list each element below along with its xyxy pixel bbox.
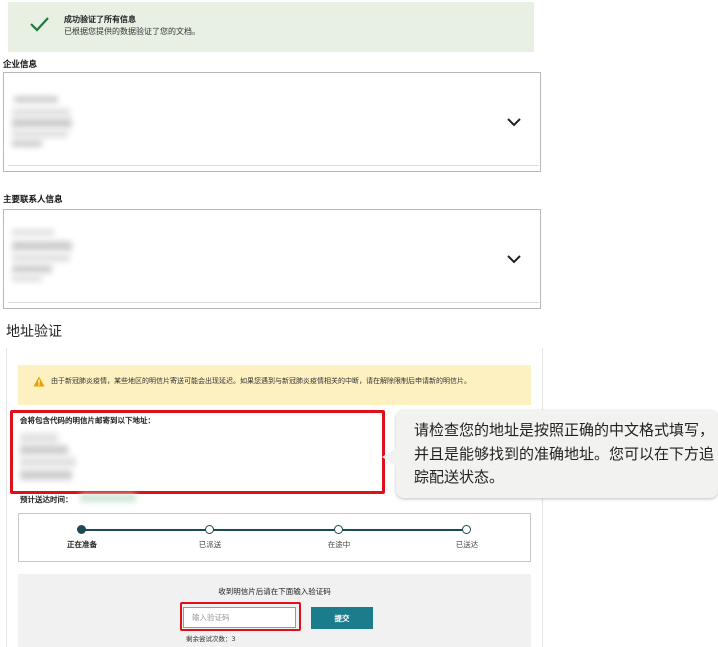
step-label-dispatched: 已派送 <box>198 540 222 549</box>
step-label-preparing: 正在准备 <box>67 540 97 549</box>
redacted-text <box>12 229 54 236</box>
contact-info-label: 主要联系人信息 <box>3 195 63 205</box>
verification-title: 收到明信片后请在下面输入验证码 <box>218 587 331 596</box>
input-highlight-frame <box>180 602 301 631</box>
redacted-text <box>12 118 72 128</box>
attempts-remaining: 剩余尝试次数：3 <box>186 635 236 643</box>
business-info-card[interactable] <box>3 72 541 172</box>
step-label-in-transit: 在途中 <box>327 540 351 549</box>
progress-track <box>82 529 467 531</box>
step-node-delivered <box>462 525 471 534</box>
eta-value <box>80 494 136 502</box>
redacted-text <box>12 140 42 147</box>
address-tip-callout: 请检查您的地址是按照正确的中文格式填写，并且是能够找到的准确地址。您可以在下方追… <box>382 410 718 498</box>
step-node-dispatched <box>205 525 214 534</box>
redacted-text <box>12 130 68 138</box>
address-highlight-frame <box>10 410 385 494</box>
covid-warning: 由于新冠肺炎疫情，某些地区的明信片寄送可能会出现延迟。如果您遇到与新冠肺炎疫情相… <box>18 365 531 405</box>
callout-text: 请检查您的地址是按照正确的中文格式填写，并且是能够找到的准确地址。您可以在下方追… <box>414 421 715 486</box>
check-icon <box>30 17 49 32</box>
address-verification-heading: 地址验证 <box>6 324 62 340</box>
success-subtitle: 已根据您提供的数据验证了您的文档。 <box>64 27 200 36</box>
redacted-text <box>12 108 70 116</box>
chevron-down-icon[interactable] <box>506 117 522 127</box>
shipping-progress: 正在准备 已派送 在途中 已送达 <box>18 513 531 562</box>
redacted-text <box>12 275 42 282</box>
contact-info-card[interactable] <box>3 209 541 309</box>
redacted-text <box>14 96 58 103</box>
redacted-text <box>12 265 52 273</box>
redacted-text <box>12 241 72 251</box>
chevron-down-icon[interactable] <box>506 254 522 264</box>
success-banner: 成功验证了所有信息 已根据您提供的数据验证了您的文档。 <box>8 2 534 52</box>
contact-info-content <box>8 211 539 303</box>
business-info-content <box>8 74 539 166</box>
submit-button[interactable]: 提交 <box>311 607 373 629</box>
warning-text: 由于新冠肺炎疫情，某些地区的明信片寄送可能会出现延迟。如果您遇到与新冠肺炎疫情相… <box>51 377 471 385</box>
redacted-text <box>12 254 70 262</box>
step-node-in-transit <box>334 525 343 534</box>
warning-icon <box>33 376 45 387</box>
step-node-preparing <box>77 525 86 534</box>
success-title: 成功验证了所有信息 <box>64 15 136 24</box>
eta-label: 预计送达时间： <box>20 495 73 504</box>
business-info-label: 企业信息 <box>3 60 38 70</box>
step-label-delivered: 已送达 <box>455 540 479 549</box>
